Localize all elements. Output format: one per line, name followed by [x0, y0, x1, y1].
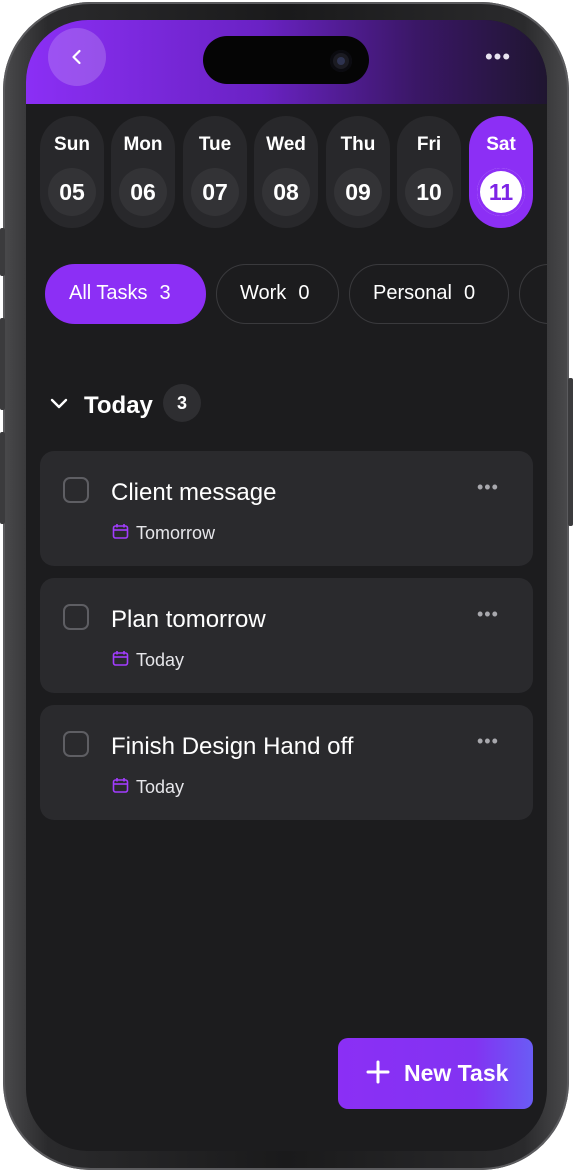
filter-label: All Tasks [69, 282, 148, 304]
filter-count: 0 [463, 282, 476, 304]
task-due-label: Today [136, 650, 185, 670]
task-title: Plan tomorrow [111, 606, 266, 633]
filter-work[interactable]: Work 0 [216, 264, 339, 324]
day-name: Tue [198, 134, 232, 155]
task-card[interactable]: Client message ••• Tomorrow [40, 451, 533, 566]
section-title: Today [84, 392, 153, 419]
filter-count: 3 [159, 282, 171, 304]
day-wed[interactable]: Wed 08 [254, 116, 318, 228]
day-number: 09 [334, 168, 382, 216]
chevron-down-icon [50, 398, 68, 409]
day-name: Sat [486, 134, 516, 155]
day-number: 06 [119, 168, 167, 216]
side-button [0, 228, 5, 276]
filter-more-partial[interactable] [519, 264, 547, 324]
task-title: Finish Design Hand off [111, 733, 354, 760]
day-sun[interactable]: Sun 05 [40, 116, 104, 228]
task-more-button[interactable]: ••• [477, 604, 499, 625]
day-name: Sun [54, 134, 90, 155]
plus-icon [366, 1060, 390, 1084]
calendar-icon [112, 778, 129, 793]
back-button[interactable] [48, 28, 106, 86]
day-name: Thu [340, 134, 376, 155]
camera-icon [330, 50, 352, 72]
task-title: Client message [111, 479, 277, 506]
day-name: Wed [266, 134, 306, 155]
new-task-label: New Task [404, 1060, 509, 1086]
day-name: Mon [123, 134, 163, 155]
side-button [0, 318, 5, 410]
app-screen: ••• Sun 05 Mon 06 Tue 07 Wed 08 Thu 09 F… [26, 20, 547, 1151]
day-number: 07 [191, 168, 239, 216]
task-more-button[interactable]: ••• [477, 477, 499, 498]
day-mon[interactable]: Mon 06 [111, 116, 175, 228]
task-checkbox[interactable] [63, 477, 89, 503]
header-bar: ••• [26, 20, 547, 104]
new-task-button[interactable]: New Task [338, 1038, 533, 1109]
task-more-button[interactable]: ••• [477, 731, 499, 752]
filter-label: Personal [373, 282, 452, 304]
day-sat-selected[interactable]: Sat 11 [469, 116, 533, 228]
filter-count: 0 [298, 282, 310, 304]
task-checkbox[interactable] [63, 731, 89, 757]
chevron-left-icon [72, 49, 81, 65]
section-count-badge: 3 [163, 384, 201, 422]
day-number: 05 [48, 168, 96, 216]
day-fri[interactable]: Fri 10 [397, 116, 461, 228]
calendar-icon [112, 651, 129, 666]
calendar-icon [112, 524, 129, 539]
task-card[interactable]: Finish Design Hand off ••• Today [40, 705, 533, 820]
side-button [0, 432, 5, 524]
day-number: 08 [262, 168, 310, 216]
filter-all-tasks[interactable]: All Tasks 3 [45, 264, 206, 324]
more-options-button[interactable]: ••• [480, 44, 516, 70]
task-due-label: Tomorrow [136, 523, 216, 543]
day-number: 10 [405, 168, 453, 216]
filter-label: Work [240, 282, 287, 304]
day-thu[interactable]: Thu 09 [326, 116, 390, 228]
filter-personal[interactable]: Personal 0 [349, 264, 509, 324]
day-tue[interactable]: Tue 07 [183, 116, 247, 228]
task-card[interactable]: Plan tomorrow ••• Today [40, 578, 533, 693]
day-number: 11 [477, 168, 525, 216]
task-checkbox[interactable] [63, 604, 89, 630]
side-button [568, 378, 573, 526]
task-due-label: Today [136, 777, 185, 797]
day-name: Fri [416, 134, 442, 155]
